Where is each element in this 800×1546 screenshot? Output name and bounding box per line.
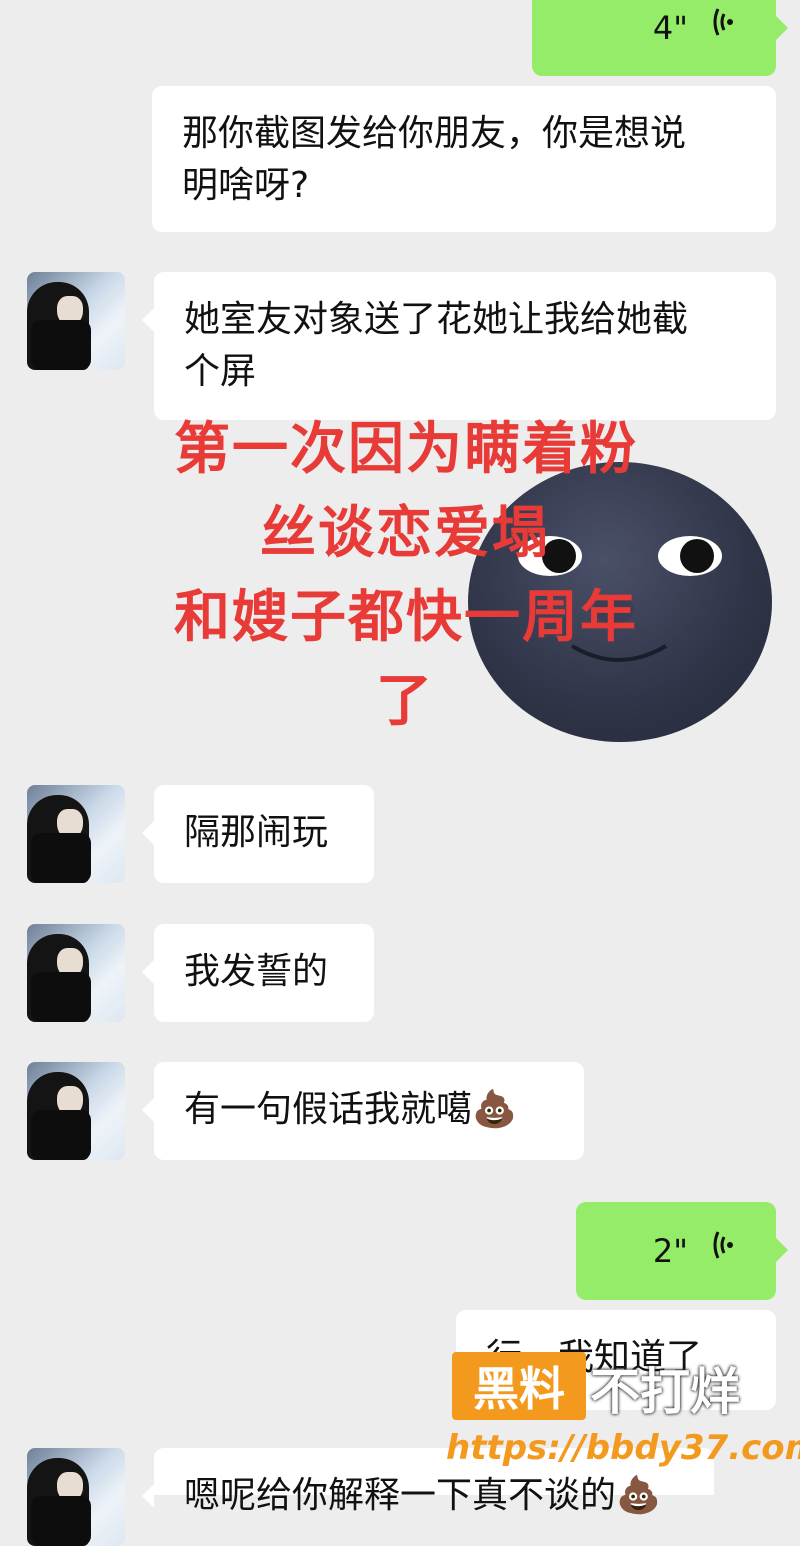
message-text: 个屏	[184, 351, 257, 392]
avatar[interactable]	[27, 1062, 125, 1160]
voice-wave-icon	[710, 1225, 740, 1277]
message-text: 嗯呢给你解释一下真不谈的	[184, 1475, 617, 1516]
voice-wave-icon	[710, 2, 740, 54]
poop-emoji-icon: 💩	[616, 1475, 661, 1516]
voice-message-top[interactable]: 4"	[532, 0, 788, 76]
message-bubble[interactable]: 她室友对象送了花她让我给她截 个屏	[142, 272, 776, 420]
message-bubble[interactable]: 隔那闹玩	[142, 785, 374, 883]
message-text: 明啥呀?	[182, 165, 310, 206]
message-text: 那你截图发给你朋友，你是想说	[182, 113, 687, 154]
overlay-caption-line: 丝谈恋爱塌	[260, 501, 550, 566]
avatar[interactable]	[27, 1448, 125, 1546]
voice-duration: 4"	[652, 9, 688, 47]
voice-message[interactable]: 2"	[576, 1202, 788, 1300]
overlay-caption-line: 了	[376, 669, 434, 734]
avatar[interactable]	[27, 924, 125, 1022]
message-text: 隔那闹玩	[184, 812, 329, 853]
voice-duration: 2"	[652, 1232, 688, 1270]
watermark-text: 不打烊	[590, 1363, 740, 1421]
watermark-logo: 黑料	[452, 1352, 586, 1420]
message-bubble[interactable]: 我发誓的	[142, 924, 374, 1022]
overlay-caption-line: 第一次因为瞒着粉	[174, 417, 638, 482]
message-bubble[interactable]: 那你截图发给你朋友，你是想说 明啥呀?	[152, 86, 776, 232]
message-text: 她室友对象送了花她让我给她截	[184, 299, 689, 340]
poop-emoji-icon: 💩	[472, 1089, 517, 1130]
watermark-url: https://bbdy37.com	[446, 1428, 800, 1468]
avatar[interactable]	[27, 272, 125, 370]
avatar[interactable]	[27, 785, 125, 883]
message-text: 我发誓的	[184, 951, 329, 992]
overlay-caption-line: 和嫂子都快一周年	[174, 585, 638, 650]
message-text: 有一句假话我就噶	[184, 1089, 473, 1130]
message-bubble[interactable]: 有一句假话我就噶💩	[142, 1062, 584, 1160]
